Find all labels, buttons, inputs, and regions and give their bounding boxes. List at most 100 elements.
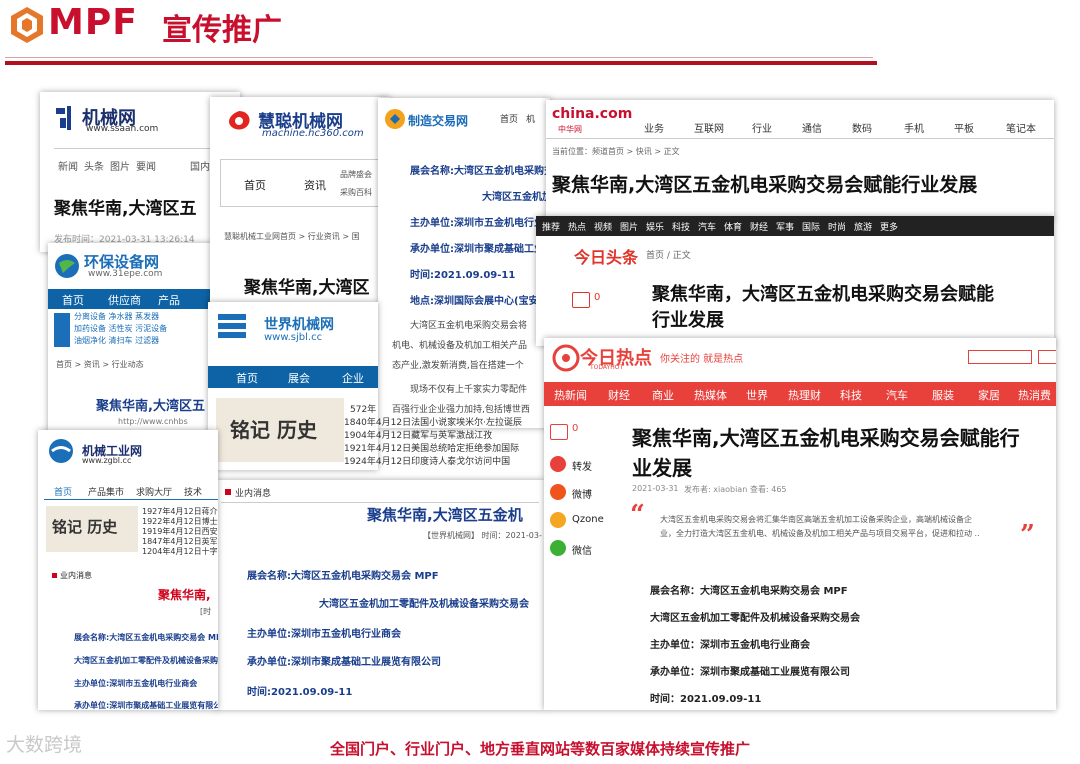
epe-cat-row[interactable]: 加药设备 活性炭 污泥设备 [74,323,167,334]
jrrd-nav-item[interactable]: 热理财 [788,387,821,403]
toutiao-nav[interactable]: 科技 [672,220,690,233]
jrrd-share-qzone[interactable]: Qzone [572,514,604,525]
toutiao-nav[interactable]: 体育 [724,220,742,233]
jrrd-nav-item[interactable]: 热消费 [1018,387,1051,403]
hc360-nav-sub[interactable]: 采购百科 [340,187,372,198]
jrrd-nav-item[interactable]: 商业 [652,387,674,403]
page-title: 宣传推广 [162,13,282,48]
sjbl-history-item[interactable]: 1924年4月12日印度诗人泰戈尔访问中国 [344,454,510,467]
sjbl-history-list: 1840年4月12日法国小说家埃米尔·左拉诞辰 1904年4月12日藏军与英军激… [344,415,544,470]
weibo-icon[interactable] [550,484,566,500]
toutiao-headline-1[interactable]: 聚焦华南，大湾区五金机电采购交易会赋能 [652,280,994,306]
hc360-logo-icon [229,111,250,130]
jrrd-search-input[interactable] [968,350,1032,364]
zgbl-history-title: 铭记 历史 [52,518,118,536]
jrrd-nav-item[interactable]: 科技 [840,387,862,403]
toutiao-nav[interactable]: 图片 [620,220,638,233]
epe-nav-home[interactable]: 首页 [62,292,84,308]
zzjy-organizer: 承办单位:深圳市聚成基础工业展览有限公司 [410,244,550,255]
china-headline[interactable]: 聚焦华南,大湾区五金机电采购交易会赋能行业发展 [552,170,977,197]
screenshot-zzjy: 制造交易网 首页 机 展会名称:大湾区五金机电采购交易会 MPF 大湾区五金机加… [378,98,550,428]
jrrd-nav-item[interactable]: 热媒体 [694,387,727,403]
zgbl-headline[interactable]: 聚焦华南, [158,586,211,603]
hc360-nav-home[interactable]: 首页 [244,177,266,193]
ssaah-nav-domestic[interactable]: 国内 [190,158,210,173]
zzjy-nav-item[interactable]: 机 [526,112,535,125]
comment-icon[interactable] [572,292,590,308]
china-nav-item[interactable]: 通信 [802,120,822,135]
wechat-icon[interactable] [550,540,566,556]
sjbl-history-item[interactable]: 1840年4月12日法国小说家埃米尔·左拉诞辰 [344,415,522,428]
comment-icon[interactable] [550,424,568,440]
toutiao-nav[interactable]: 热点 [568,220,586,233]
jrrd-headline-2[interactable]: 业发展 [632,452,692,481]
toutiao-nav[interactable]: 财经 [750,220,768,233]
jrrd-share-wechat[interactable]: 微信 [572,542,592,557]
epe-link[interactable]: http://www.cnhbs [118,417,188,426]
epe-headline[interactable]: 聚焦华南,大湾区五 [96,395,205,414]
hc360-nav-sub[interactable]: 品牌盛会 [340,169,372,180]
qzone-icon[interactable] [550,512,566,528]
toutiao-nav[interactable]: 旅游 [854,220,872,233]
zzjy-para: 机电、机械设备及机加工相关产品 [392,341,528,351]
zgbl-nav-home[interactable]: 首页 [54,485,72,498]
epe-nav-product[interactable]: 产品 [158,292,180,308]
toutiao-nav[interactable]: 国际 [802,220,820,233]
sjbl-nav-home[interactable]: 首页 [236,370,258,386]
ssaah-nav-photo[interactable]: 图片 [110,158,130,173]
zgbl-nav-tech[interactable]: 技术 [184,485,202,498]
toutiao-nav[interactable]: 推荐 [542,220,560,233]
jrrd-nav-item[interactable]: 服装 [932,387,954,403]
china-nav-item[interactable]: 笔记本 [1006,120,1036,135]
sjbl-history-item[interactable]: 1904年4月12日藏军与英军激战江孜 [344,428,492,441]
jrrd-search-button[interactable] [1038,350,1056,364]
zgbl-meta: [时 [200,607,212,616]
hc360-headline[interactable]: 聚焦华南,大湾区 [244,273,369,298]
jrrd-share-weibo[interactable]: 微博 [572,486,592,501]
share-repost-icon[interactable] [550,456,566,472]
china-nav-item[interactable]: 平板 [954,120,974,135]
jrrd-nav-item[interactable]: 财经 [608,387,630,403]
epe-breadcrumb: 首页 > 资讯 > 行业动态 [56,360,144,369]
toutiao-headline-2[interactable]: 行业发展 [652,306,724,332]
toutiao-nav[interactable]: 视频 [594,220,612,233]
toutiao-nav[interactable]: 军事 [776,220,794,233]
epe-cat-row[interactable]: 分离设备 净水器 蒸发器 [74,311,159,322]
sjbl-nav-company[interactable]: 企业 [342,370,364,386]
zgbl-history-item[interactable]: 1204年4月12日十字 [142,546,218,557]
ssaah-nav-major[interactable]: 要闻 [136,158,156,173]
toutiao-nav-more[interactable]: 更多 [880,220,898,233]
sjbl-nav-expo[interactable]: 展会 [288,370,310,386]
jrrd-nav-item[interactable]: 汽车 [886,387,908,403]
china-nav-item[interactable]: 数码 [852,120,872,135]
china-nav-item[interactable]: 手机 [904,120,924,135]
jrrd-quote: 业，全力打造大湾区五金机电、机械设备及机加工相关产品与项目交易平台，促进和拉动 … [660,529,980,538]
ssaah-nav-news[interactable]: 新闻 [58,158,78,173]
zgbl-url: www.zgbl.cc [82,456,132,465]
ssaah-headline[interactable]: 聚焦华南,大湾区五 [54,194,196,219]
quote-open-icon: “ [630,500,645,530]
jrrd-share-repost[interactable]: 转发 [572,458,592,473]
zgbl-nav-market[interactable]: 产品集市 [88,485,124,498]
toutiao-nav[interactable]: 时尚 [828,220,846,233]
jrrd-headline-1[interactable]: 聚焦华南,大湾区五金机电采购交易会赋能行 [632,422,1020,451]
epe-nav-supplier[interactable]: 供应商 [108,292,141,308]
hc360-url: machine.hc360.com [262,128,364,139]
zzjy-para: 大湾区五金机电采购交易会将 [410,321,528,331]
toutiao-nav[interactable]: 汽车 [698,220,716,233]
ssaah-nav-top[interactable]: 头条 [84,158,104,173]
jrrd-nav-item[interactable]: 家居 [978,387,1000,403]
sjbl-headline[interactable]: 聚焦华南,大湾区五金机 [367,504,523,525]
epe-cat-row[interactable]: 油烟净化 清扫车 过滤器 [74,335,159,346]
sjbl-history-item[interactable]: 572年 [350,402,376,415]
jrrd-nav-item[interactable]: 世界 [746,387,768,403]
china-nav-item[interactable]: 行业 [752,120,772,135]
china-nav-item[interactable]: 互联网 [694,120,724,135]
hc360-nav-news[interactable]: 资讯 [304,177,326,193]
china-nav-item[interactable]: 业务 [644,120,664,135]
jrrd-nav-item[interactable]: 热新闻 [554,387,587,403]
toutiao-nav[interactable]: 娱乐 [646,220,664,233]
zgbl-nav-buy[interactable]: 求购大厅 [136,485,172,498]
zzjy-nav-home[interactable]: 首页 [500,112,518,125]
sjbl-history-item[interactable]: 1921年4月12日美国总统哈定拒绝参加国际 [344,441,519,454]
